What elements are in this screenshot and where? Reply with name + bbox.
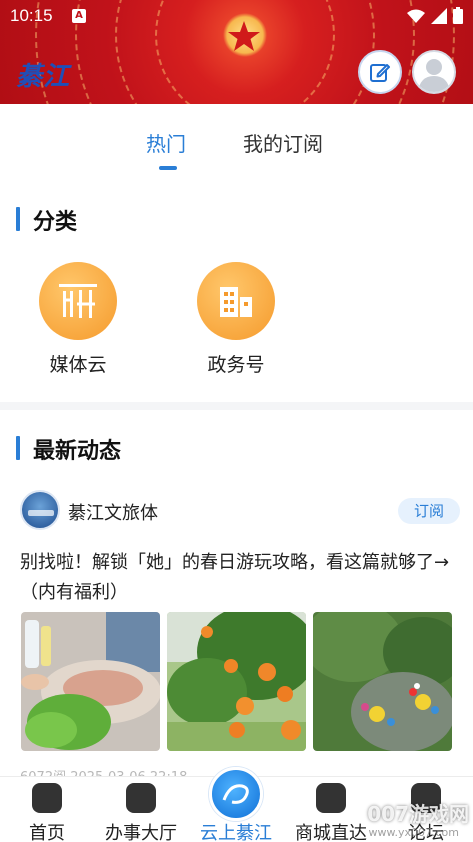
government-building-icon [197, 262, 275, 340]
watermark: 007游戏网 [367, 802, 469, 826]
watermark-url: www.yx007.com [368, 826, 459, 839]
user-avatar-icon [418, 59, 450, 92]
garden-tables-image[interactable] [313, 612, 452, 751]
news-source: 綦江文旅体 订阅 [20, 490, 460, 530]
subscribe-button[interactable]: 订阅 [398, 498, 460, 524]
battery-icon [453, 7, 463, 24]
orange-tree-image[interactable] [167, 612, 306, 751]
edit-icon [370, 64, 390, 82]
category-item-government[interactable]: 政务号 [188, 262, 284, 377]
nav-item-home[interactable]: 首页 [0, 777, 94, 842]
category-label: 政务号 [207, 354, 265, 376]
wifi-icon [407, 9, 425, 23]
status-bar: 10:15 A [0, 0, 473, 32]
header-banner: 10:15 A 綦江 [0, 0, 473, 104]
media-cloud-icon [39, 262, 117, 340]
source-name[interactable]: 綦江文旅体 [68, 499, 158, 525]
category-label: 媒体云 [49, 354, 107, 376]
category-section-title: 分类 [16, 204, 77, 236]
nav-label: 云上綦江 [200, 823, 272, 842]
bbq-feast-image[interactable] [21, 612, 160, 751]
status-icons [407, 7, 463, 24]
user-avatar[interactable] [412, 50, 456, 94]
app-logo: 綦江 [16, 62, 71, 92]
category-item-media-cloud[interactable]: 媒体云 [30, 262, 126, 377]
section-divider [0, 402, 473, 410]
signal-icon [431, 7, 447, 24]
nav-label: 首页 [29, 823, 65, 842]
news-section-title: 最新动态 [16, 433, 121, 465]
nav-item-mall[interactable]: 商城直达 [284, 777, 378, 842]
edit-button[interactable] [358, 50, 402, 94]
nav-item-service-hall[interactable]: 办事大厅 [94, 777, 188, 842]
content-tabs: 热门 我的订阅 [0, 104, 473, 176]
status-time: 10:15 [10, 6, 53, 25]
notification-icon: A [72, 9, 86, 23]
service-hall-icon [126, 783, 156, 813]
tab-my-subscriptions[interactable]: 我的订阅 [243, 128, 323, 157]
source-logo-icon[interactable] [20, 490, 60, 530]
nav-label: 办事大厅 [105, 823, 177, 842]
shopping-bag-icon [316, 783, 346, 813]
cloud-qijiang-icon[interactable] [209, 767, 263, 821]
home-icon [32, 783, 62, 813]
active-tab-indicator [159, 166, 177, 170]
tab-hot[interactable]: 热门 [146, 128, 186, 157]
article-title[interactable]: 别找啦！解锁「她」的春日游玩攻略，看这篇就够了→（内有福利） [20, 548, 460, 608]
nav-label: 商城直达 [295, 823, 367, 842]
